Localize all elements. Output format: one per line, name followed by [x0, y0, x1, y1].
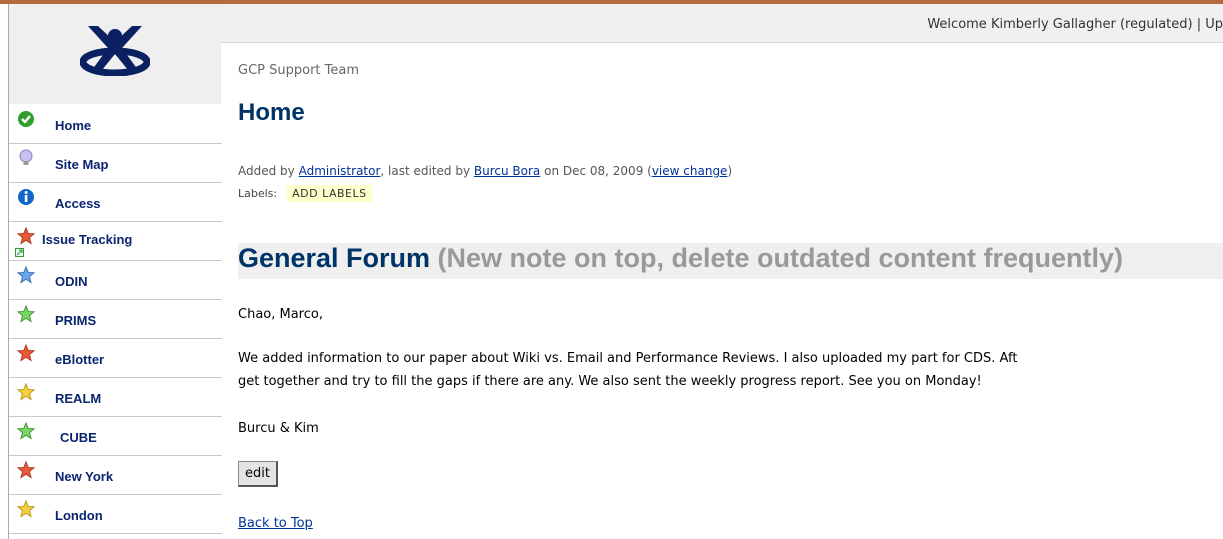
sidebar-item-site-map[interactable]: Site Map	[9, 144, 222, 183]
red-star-icon	[17, 227, 36, 245]
blue-star-icon	[17, 266, 36, 284]
sidebar-nav: Home Site Map Access Issue Tracking ODIN…	[9, 105, 222, 534]
meta-added-prefix: Added by	[238, 164, 299, 178]
labels-row: Labels: ADD LABELS	[238, 185, 372, 202]
green-star-icon	[17, 422, 36, 440]
logo-area[interactable]	[9, 4, 221, 104]
sidebar-item-london[interactable]: London	[9, 495, 222, 534]
page-title: Home	[238, 99, 305, 126]
space-name[interactable]: GCP Support Team	[238, 63, 359, 78]
forum-note: (New note on top, delete outdated conten…	[430, 243, 1124, 273]
sidebar-item-label: PRIMS	[55, 313, 97, 328]
main-content: GCP Support Team Home Added by Administr…	[238, 0, 1223, 539]
meta-date: on Dec 08, 2009 (	[540, 164, 652, 178]
confluence-x-logo[interactable]	[80, 24, 150, 76]
sidebar-item-label: REALM	[55, 391, 102, 406]
sidebar-item-label: Access	[55, 196, 101, 211]
yellow-star-icon	[17, 500, 36, 518]
sidebar-item-label: Site Map	[55, 157, 109, 172]
red-star-icon	[17, 461, 36, 479]
back-to-top-link[interactable]: Back to Top	[238, 516, 313, 531]
sidebar-item-label: CUBE	[60, 430, 97, 445]
sidebar-item-label: London	[55, 508, 103, 523]
page-metadata: Added by Administrator, last edited by B…	[238, 164, 732, 178]
green-star-icon	[17, 305, 36, 323]
edit-button[interactable]: edit	[238, 461, 278, 487]
forum-title: General Forum	[238, 243, 431, 273]
editor-link[interactable]: Burcu Bora	[474, 164, 540, 178]
sidebar-item-new-york[interactable]: New York	[9, 456, 222, 495]
lightbulb-icon	[19, 149, 33, 165]
red-star-icon	[17, 344, 36, 362]
forum-heading: General Forum (New note on top, delete o…	[238, 243, 1223, 279]
sidebar-item-label: ODIN	[55, 274, 88, 289]
body-text-line-2: get together and try to fill the gaps if…	[238, 374, 982, 389]
sidebar-item-eblotter[interactable]: eBlotter	[9, 339, 222, 378]
view-change-link[interactable]: view change	[652, 164, 728, 178]
yellow-star-icon	[17, 383, 36, 401]
labels-label: Labels:	[238, 187, 278, 200]
info-icon	[18, 189, 34, 205]
sidebar-item-label: Issue Tracking	[42, 232, 133, 247]
sidebar-item-access[interactable]: Access	[9, 183, 222, 222]
sidebar-item-realm[interactable]: REALM	[9, 378, 222, 417]
sidebar-item-cube[interactable]: CUBE	[9, 417, 222, 456]
author-link[interactable]: Administrator	[299, 164, 381, 178]
greeting-text: Chao, Marco,	[238, 307, 323, 322]
add-labels-button[interactable]: ADD LABELS	[287, 185, 372, 202]
meta-close-paren: )	[727, 164, 733, 178]
sidebar: Home Site Map Access Issue Tracking ODIN…	[8, 4, 222, 539]
sidebar-item-home[interactable]: Home	[9, 105, 222, 144]
meta-edited-prefix: , last edited by	[380, 164, 474, 178]
green-check-icon	[18, 111, 34, 127]
body-text-line-1: We added information to our paper about …	[238, 351, 1018, 366]
sidebar-item-label: eBlotter	[55, 352, 105, 367]
signature-text: Burcu & Kim	[238, 421, 319, 436]
external-link-icon[interactable]	[15, 248, 24, 257]
sidebar-item-prims[interactable]: PRIMS	[9, 300, 222, 339]
sidebar-item-odin[interactable]: ODIN	[9, 261, 222, 300]
sidebar-item-label: New York	[55, 469, 114, 484]
sidebar-item-label: Home	[55, 118, 92, 133]
sidebar-item-issue-tracking[interactable]: Issue Tracking	[9, 222, 222, 261]
